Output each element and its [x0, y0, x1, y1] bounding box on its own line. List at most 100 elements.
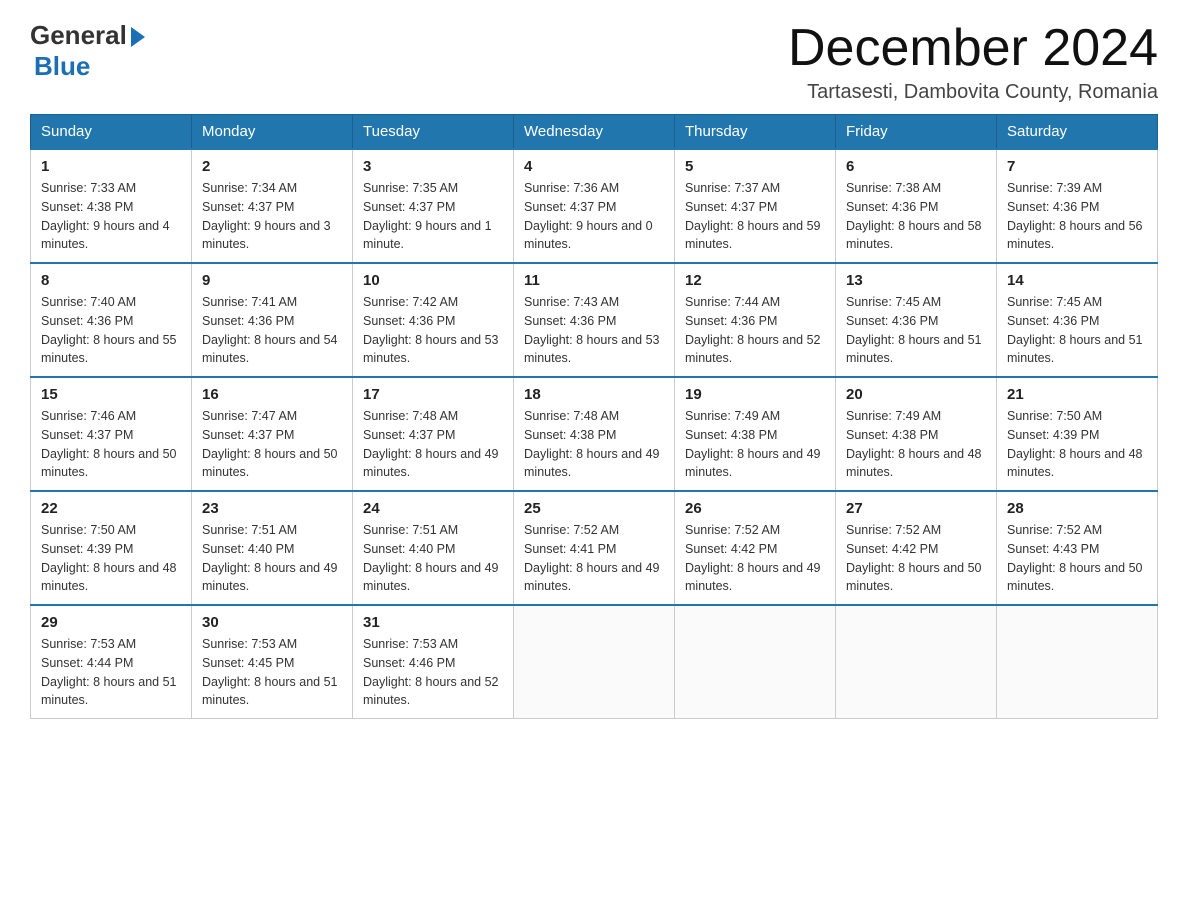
- week-row-3: 15 Sunrise: 7:46 AMSunset: 4:37 PMDayligh…: [31, 377, 1158, 491]
- day-number: 27: [846, 500, 986, 517]
- week-row-2: 8Sunrise: 7:40 AMSunset: 4:36 PMDaylight…: [31, 263, 1158, 377]
- calendar-cell: [836, 605, 997, 719]
- week-row-5: 29 Sunrise: 7:53 AMSunset: 4:44 PMDayligh…: [31, 605, 1158, 719]
- logo-blue-text: Blue: [34, 51, 90, 82]
- day-info: Sunrise: 7:45 AMSunset: 4:36 PMDaylight:…: [1007, 295, 1143, 365]
- header-cell-wednesday: Wednesday: [514, 115, 675, 150]
- calendar-table: SundayMondayTuesdayWednesdayThursdayFrid…: [30, 114, 1158, 719]
- day-info: Sunrise: 7:49 AMSunset: 4:38 PMDaylight:…: [846, 409, 982, 479]
- day-number: 1: [41, 158, 181, 175]
- day-info: Sunrise: 7:48 AMSunset: 4:38 PMDaylight:…: [524, 409, 660, 479]
- day-info: Sunrise: 7:45 AMSunset: 4:36 PMDaylight:…: [846, 295, 982, 365]
- day-number: 9: [202, 272, 342, 289]
- day-number: 24: [363, 500, 503, 517]
- day-info: Sunrise: 7:52 AMSunset: 4:42 PMDaylight:…: [685, 523, 821, 593]
- calendar-cell: 8Sunrise: 7:40 AMSunset: 4:36 PMDaylight…: [31, 263, 192, 377]
- day-info: Sunrise: 7:40 AMSunset: 4:36 PMDaylight:…: [41, 295, 177, 365]
- logo-general-text: General: [30, 20, 127, 51]
- calendar-cell: 5 Sunrise: 7:37 AMSunset: 4:37 PMDaylight…: [675, 149, 836, 263]
- day-info: Sunrise: 7:34 AMSunset: 4:37 PMDaylight:…: [202, 181, 331, 251]
- week-row-1: 1 Sunrise: 7:33 AMSunset: 4:38 PMDaylight…: [31, 149, 1158, 263]
- day-info: Sunrise: 7:36 AMSunset: 4:37 PMDaylight:…: [524, 181, 653, 251]
- calendar-cell: 22Sunrise: 7:50 AMSunset: 4:39 PMDayligh…: [31, 491, 192, 605]
- day-info: Sunrise: 7:50 AMSunset: 4:39 PMDaylight:…: [41, 523, 177, 593]
- day-number: 21: [1007, 386, 1147, 403]
- day-number: 12: [685, 272, 825, 289]
- header-cell-thursday: Thursday: [675, 115, 836, 150]
- calendar-cell: 18 Sunrise: 7:48 AMSunset: 4:38 PMDayligh…: [514, 377, 675, 491]
- calendar-cell: 6 Sunrise: 7:38 AMSunset: 4:36 PMDaylight…: [836, 149, 997, 263]
- calendar-cell: [675, 605, 836, 719]
- calendar-cell: 31Sunrise: 7:53 AMSunset: 4:46 PMDayligh…: [353, 605, 514, 719]
- day-number: 25: [524, 500, 664, 517]
- day-number: 28: [1007, 500, 1147, 517]
- day-info: Sunrise: 7:48 AMSunset: 4:37 PMDaylight:…: [363, 409, 499, 479]
- day-number: 30: [202, 614, 342, 631]
- calendar-cell: 2 Sunrise: 7:34 AMSunset: 4:37 PMDaylight…: [192, 149, 353, 263]
- calendar-cell: 24 Sunrise: 7:51 AMSunset: 4:40 PMDayligh…: [353, 491, 514, 605]
- header-cell-saturday: Saturday: [997, 115, 1158, 150]
- page-header: General Blue December 2024 Tartasesti, D…: [30, 20, 1158, 104]
- day-info: Sunrise: 7:50 AMSunset: 4:39 PMDaylight:…: [1007, 409, 1143, 479]
- header-cell-tuesday: Tuesday: [353, 115, 514, 150]
- header-cell-monday: Monday: [192, 115, 353, 150]
- day-info: Sunrise: 7:51 AMSunset: 4:40 PMDaylight:…: [363, 523, 499, 593]
- calendar-cell: 25 Sunrise: 7:52 AMSunset: 4:41 PMDayligh…: [514, 491, 675, 605]
- calendar-cell: 1 Sunrise: 7:33 AMSunset: 4:38 PMDaylight…: [31, 149, 192, 263]
- calendar-cell: 27Sunrise: 7:52 AMSunset: 4:42 PMDayligh…: [836, 491, 997, 605]
- location-subtitle: Tartasesti, Dambovita County, Romania: [788, 81, 1158, 104]
- calendar-cell: 21 Sunrise: 7:50 AMSunset: 4:39 PMDayligh…: [997, 377, 1158, 491]
- header-cell-sunday: Sunday: [31, 115, 192, 150]
- calendar-cell: 17Sunrise: 7:48 AMSunset: 4:37 PMDayligh…: [353, 377, 514, 491]
- day-info: Sunrise: 7:53 AMSunset: 4:46 PMDaylight:…: [363, 637, 499, 707]
- day-number: 2: [202, 158, 342, 175]
- day-number: 11: [524, 272, 664, 289]
- day-info: Sunrise: 7:49 AMSunset: 4:38 PMDaylight:…: [685, 409, 821, 479]
- week-row-4: 22Sunrise: 7:50 AMSunset: 4:39 PMDayligh…: [31, 491, 1158, 605]
- day-info: Sunrise: 7:52 AMSunset: 4:43 PMDaylight:…: [1007, 523, 1143, 593]
- logo: General Blue: [30, 20, 145, 82]
- day-number: 16: [202, 386, 342, 403]
- calendar-cell: 20Sunrise: 7:49 AMSunset: 4:38 PMDayligh…: [836, 377, 997, 491]
- day-info: Sunrise: 7:35 AMSunset: 4:37 PMDaylight:…: [363, 181, 492, 251]
- calendar-cell: 13 Sunrise: 7:45 AMSunset: 4:36 PMDayligh…: [836, 263, 997, 377]
- day-number: 29: [41, 614, 181, 631]
- day-number: 19: [685, 386, 825, 403]
- day-number: 14: [1007, 272, 1147, 289]
- day-number: 7: [1007, 158, 1147, 175]
- calendar-cell: [514, 605, 675, 719]
- calendar-cell: 29 Sunrise: 7:53 AMSunset: 4:44 PMDayligh…: [31, 605, 192, 719]
- calendar-cell: 4Sunrise: 7:36 AMSunset: 4:37 PMDaylight…: [514, 149, 675, 263]
- day-number: 23: [202, 500, 342, 517]
- day-info: Sunrise: 7:44 AMSunset: 4:36 PMDaylight:…: [685, 295, 821, 365]
- day-info: Sunrise: 7:53 AMSunset: 4:45 PMDaylight:…: [202, 637, 338, 707]
- day-number: 13: [846, 272, 986, 289]
- day-number: 26: [685, 500, 825, 517]
- calendar-cell: 10Sunrise: 7:42 AMSunset: 4:36 PMDayligh…: [353, 263, 514, 377]
- day-number: 6: [846, 158, 986, 175]
- day-info: Sunrise: 7:38 AMSunset: 4:36 PMDaylight:…: [846, 181, 982, 251]
- calendar-cell: 26 Sunrise: 7:52 AMSunset: 4:42 PMDayligh…: [675, 491, 836, 605]
- calendar-cell: 23 Sunrise: 7:51 AMSunset: 4:40 PMDayligh…: [192, 491, 353, 605]
- calendar-cell: 12 Sunrise: 7:44 AMSunset: 4:36 PMDayligh…: [675, 263, 836, 377]
- day-info: Sunrise: 7:41 AMSunset: 4:36 PMDaylight:…: [202, 295, 338, 365]
- header-row: SundayMondayTuesdayWednesdayThursdayFrid…: [31, 115, 1158, 150]
- day-info: Sunrise: 7:39 AMSunset: 4:36 PMDaylight:…: [1007, 181, 1143, 251]
- day-info: Sunrise: 7:51 AMSunset: 4:40 PMDaylight:…: [202, 523, 338, 593]
- day-info: Sunrise: 7:33 AMSunset: 4:38 PMDaylight:…: [41, 181, 170, 251]
- calendar-cell: 19 Sunrise: 7:49 AMSunset: 4:38 PMDayligh…: [675, 377, 836, 491]
- day-number: 5: [685, 158, 825, 175]
- logo-arrow-icon: [131, 27, 145, 47]
- calendar-cell: 28 Sunrise: 7:52 AMSunset: 4:43 PMDayligh…: [997, 491, 1158, 605]
- calendar-cell: 3Sunrise: 7:35 AMSunset: 4:37 PMDaylight…: [353, 149, 514, 263]
- day-info: Sunrise: 7:53 AMSunset: 4:44 PMDaylight:…: [41, 637, 177, 707]
- day-info: Sunrise: 7:37 AMSunset: 4:37 PMDaylight:…: [685, 181, 821, 251]
- header-cell-friday: Friday: [836, 115, 997, 150]
- day-number: 18: [524, 386, 664, 403]
- day-number: 15: [41, 386, 181, 403]
- day-info: Sunrise: 7:52 AMSunset: 4:41 PMDaylight:…: [524, 523, 660, 593]
- calendar-cell: 11Sunrise: 7:43 AMSunset: 4:36 PMDayligh…: [514, 263, 675, 377]
- calendar-cell: 30 Sunrise: 7:53 AMSunset: 4:45 PMDayligh…: [192, 605, 353, 719]
- day-number: 10: [363, 272, 503, 289]
- day-info: Sunrise: 7:46 AMSunset: 4:37 PMDaylight:…: [41, 409, 177, 479]
